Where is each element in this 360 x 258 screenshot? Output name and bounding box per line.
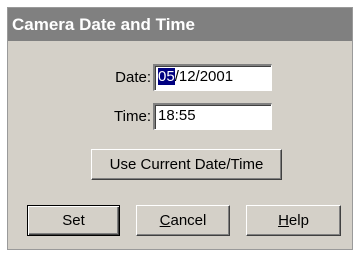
date-label: Date:	[115, 69, 151, 86]
cancel-button[interactable]: Cancel	[136, 205, 230, 236]
help-label-rest: elp	[288, 212, 309, 229]
help-button[interactable]: Help	[246, 205, 341, 236]
dialog-title: Camera Date and Time	[12, 15, 195, 34]
set-button[interactable]: Set	[27, 205, 120, 236]
time-field[interactable]: 18:55	[153, 103, 272, 130]
date-field[interactable]: 05/12/2001	[153, 64, 272, 91]
dialog-title-bar: Camera Date and Time	[8, 8, 352, 41]
date-field-rest: /12/2001	[174, 68, 234, 85]
help-mnemonic: H	[278, 212, 289, 229]
use-current-datetime-button[interactable]: Use Current Date/Time	[91, 149, 282, 180]
cancel-label-rest: ancel	[170, 212, 207, 229]
time-label: Time:	[114, 108, 151, 125]
time-field-value: 18:55	[158, 107, 196, 124]
date-month-selected: 05	[158, 68, 175, 85]
cancel-mnemonic: C	[159, 212, 171, 229]
camera-date-time-dialog: Camera Date and Time Date: 05/12/2001 Ti…	[7, 7, 353, 250]
